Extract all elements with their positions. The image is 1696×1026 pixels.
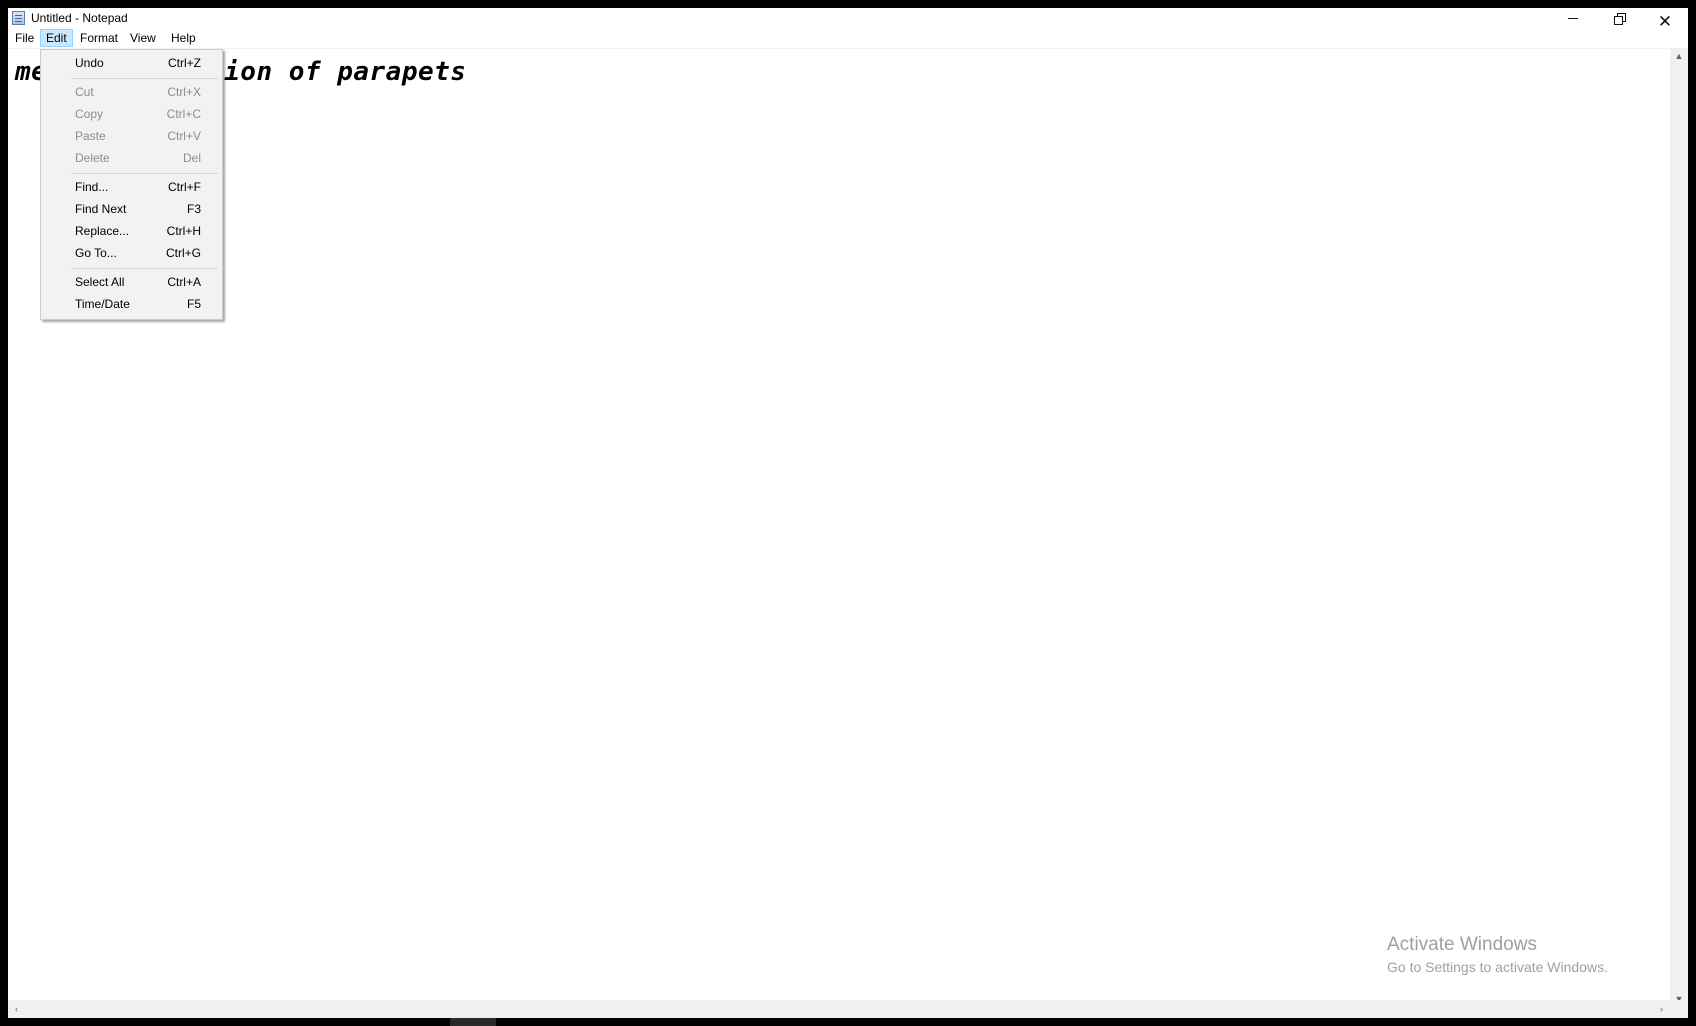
scroll-up-icon[interactable]: ▲ — [1670, 48, 1688, 65]
taskbar-active-app[interactable] — [450, 1018, 496, 1026]
taskbar — [0, 1018, 1696, 1026]
scrollbar-corner — [1670, 1000, 1688, 1018]
menu-file[interactable]: File — [10, 29, 39, 47]
menu-item-shortcut: Ctrl+G — [165, 246, 201, 260]
menu-item-label: Find... — [75, 180, 109, 194]
menu-item-select-all[interactable]: Select All Ctrl+A — [43, 271, 220, 293]
window-title: Untitled - Notepad — [31, 11, 128, 25]
menu-item-delete[interactable]: Delete Del — [43, 147, 220, 169]
menu-item-shortcut: F3 — [186, 202, 201, 216]
menu-item-label: Undo — [75, 56, 104, 70]
menu-item-undo[interactable]: Undo Ctrl+Z — [43, 52, 220, 74]
menu-item-time-date[interactable]: Time/Date F5 — [43, 293, 220, 315]
menu-format[interactable]: Format — [75, 29, 123, 47]
menu-edit[interactable]: Edit — [40, 29, 73, 47]
edit-menu-dropdown: Undo Ctrl+Z Cut Ctrl+X Copy Ctrl+C Paste… — [40, 49, 223, 320]
scroll-right-icon[interactable]: › — [1653, 1000, 1670, 1018]
notepad-window: Untitled - Notepad ✕ File Edit Format Vi… — [8, 8, 1688, 1018]
text-editor[interactable]: me tion of parapets — [8, 48, 1670, 1008]
menu-item-label: Go To... — [75, 246, 117, 260]
vertical-scrollbar[interactable]: ▲ ▼ — [1670, 48, 1688, 1008]
minimize-icon — [1568, 18, 1578, 19]
menu-help[interactable]: Help — [166, 29, 201, 47]
menu-separator — [71, 268, 218, 269]
menu-item-go-to[interactable]: Go To... Ctrl+G — [43, 242, 220, 264]
menu-separator — [71, 173, 218, 174]
menu-item-cut[interactable]: Cut Ctrl+X — [43, 81, 220, 103]
menu-item-replace[interactable]: Replace... Ctrl+H — [43, 220, 220, 242]
editor-text-end: tion of parapets — [208, 57, 467, 87]
menu-bar: File Edit Format View Help — [8, 28, 1688, 48]
watermark-subtitle: Go to Settings to activate Windows. — [1387, 959, 1608, 975]
menu-item-paste[interactable]: Paste Ctrl+V — [43, 125, 220, 147]
activate-windows-watermark: Activate Windows Go to Settings to activ… — [1387, 933, 1608, 977]
horizontal-scrollbar[interactable]: ‹ › — [8, 1000, 1670, 1018]
menu-view[interactable]: View — [125, 29, 161, 47]
scroll-left-icon[interactable]: ‹ — [8, 1000, 25, 1018]
menu-item-shortcut: F5 — [186, 297, 201, 311]
menu-item-shortcut: Ctrl+Z — [168, 56, 201, 70]
watermark-title: Activate Windows — [1387, 934, 1537, 955]
menu-item-label: Cut — [75, 85, 94, 99]
notepad-icon[interactable] — [12, 11, 25, 25]
menu-item-shortcut: Ctrl+A — [167, 275, 201, 289]
menu-separator — [71, 78, 218, 79]
menu-item-shortcut: Del — [182, 151, 201, 165]
menu-item-label: Find Next — [75, 202, 127, 216]
menu-item-label: Replace... — [75, 224, 130, 238]
menu-item-shortcut: Ctrl+X — [167, 85, 201, 99]
menu-item-find[interactable]: Find... Ctrl+F — [43, 176, 220, 198]
menu-item-copy[interactable]: Copy Ctrl+C — [43, 103, 220, 125]
menu-item-label: Paste — [75, 129, 106, 143]
menu-item-shortcut: Ctrl+V — [167, 129, 201, 143]
menu-item-find-next[interactable]: Find Next F3 — [43, 198, 220, 220]
menu-item-shortcut: Ctrl+C — [166, 107, 201, 121]
menu-item-label: Delete — [75, 151, 110, 165]
menu-item-shortcut: Ctrl+F — [168, 180, 201, 194]
menu-item-label: Time/Date — [75, 297, 130, 311]
menu-item-label: Copy — [75, 107, 104, 121]
menu-item-label: Select All — [75, 275, 125, 289]
menu-item-shortcut: Ctrl+H — [166, 224, 201, 238]
